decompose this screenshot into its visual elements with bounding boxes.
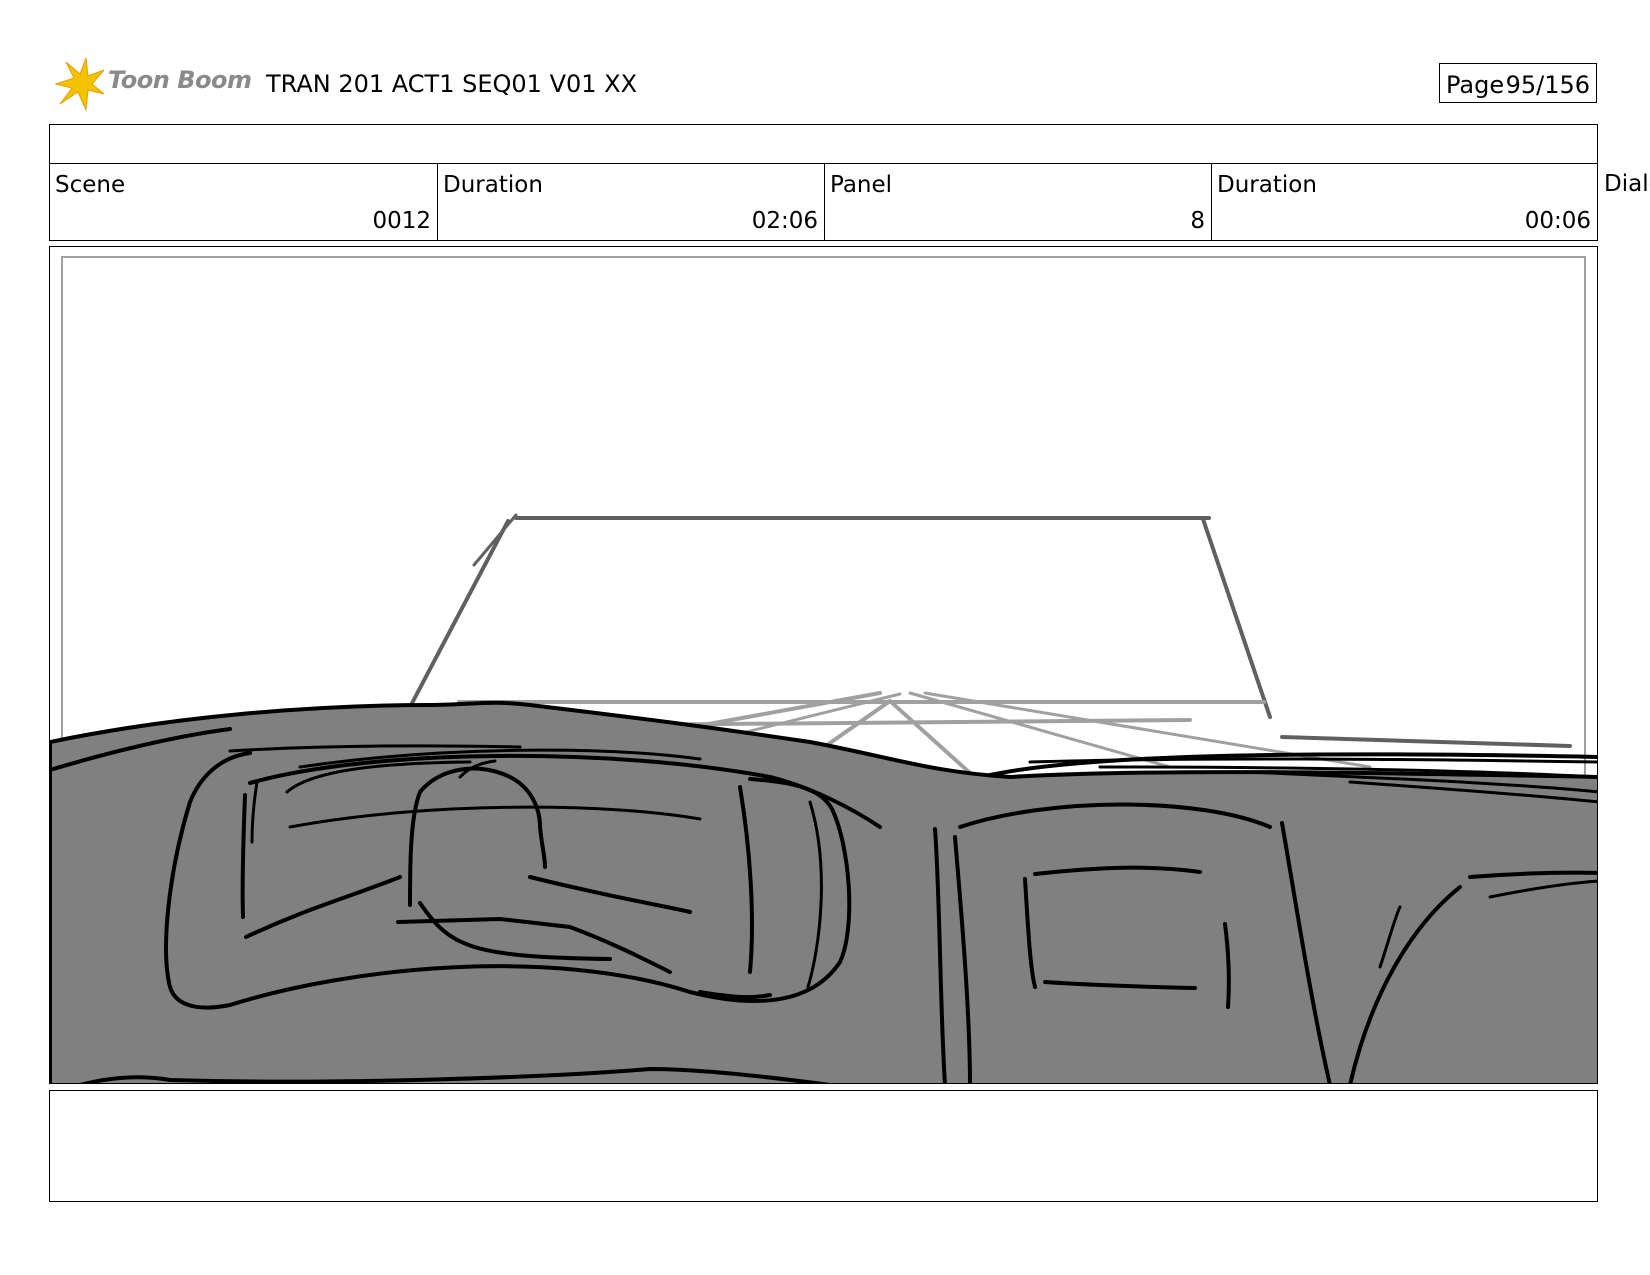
panel-sketch — [50, 256, 1597, 1083]
scene-duration-label: Duration — [443, 172, 543, 198]
page-label: Page — [1446, 71, 1505, 99]
document-title: TRAN 201 ACT1 SEQ01 V01 XX — [266, 70, 638, 98]
scene-label: Scene — [55, 172, 126, 198]
panel-duration-label: Duration — [1217, 172, 1317, 198]
panel-value: 8 — [1190, 208, 1205, 234]
page-indicator: Page 95/156 — [1439, 63, 1597, 103]
scene-cell: Scene 0012 — [50, 164, 438, 240]
logo-wordmark: Toon Boom — [108, 66, 252, 94]
storyboard-panel — [49, 246, 1598, 1084]
toon-boom-logo: Toon Boom — [52, 56, 252, 112]
action-notes-box — [49, 1090, 1598, 1202]
panel-label: Panel — [830, 172, 893, 198]
dialog-label: Dialo — [1604, 171, 1650, 197]
page-number: 95/156 — [1505, 71, 1590, 99]
panel-duration-value: 00:06 — [1524, 208, 1591, 234]
panel-info-row: Scene 0012 Duration 02:06 Panel 8 Durati… — [49, 163, 1598, 241]
scene-value: 0012 — [372, 208, 431, 234]
scene-duration-value: 02:06 — [751, 208, 818, 234]
sequence-title-row — [49, 124, 1598, 164]
panel-cell: Panel 8 — [825, 164, 1212, 240]
panel-duration-cell: Duration 00:06 — [1212, 164, 1597, 240]
star-burst-icon — [54, 57, 105, 112]
scene-duration-cell: Duration 02:06 — [438, 164, 825, 240]
